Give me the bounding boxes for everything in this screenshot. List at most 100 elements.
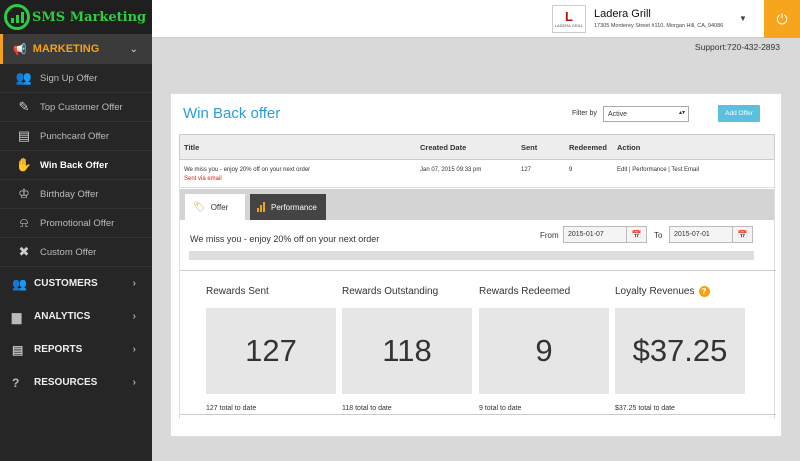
sidebar-item-label: Top Customer Offer: [40, 101, 123, 113]
header-created-date: Created Date: [420, 142, 467, 152]
stat-rewards-sent: Rewards Sent 127 127 total to date: [206, 283, 336, 412]
filter-select[interactable]: Active ▴▾: [603, 106, 689, 122]
restaurant-logo-mark: L: [565, 8, 573, 24]
stat-value: 9: [479, 308, 609, 394]
tab-performance[interactable]: Performance: [250, 194, 326, 220]
offers-table: Title Created Date Sent Redeemed Action …: [179, 134, 775, 188]
sidebar-item-win-back-offer[interactable]: ✋ Win Back Offer: [0, 151, 152, 180]
sidebar-item-label: Punchcard Offer: [40, 130, 110, 142]
sidebar-section-resources[interactable]: ? RESOURCES ›: [0, 366, 152, 399]
add-user-icon: 👥: [15, 70, 33, 85]
calendar-icon[interactable]: 📅: [626, 227, 646, 242]
sidebar-section-customers[interactable]: 👥 CUSTOMERS ›: [0, 267, 152, 300]
stat-loyalty-revenues: Loyalty Revenues ? $37.25 $37.25 total t…: [615, 283, 745, 412]
chevron-right-icon: ›: [132, 278, 136, 289]
sidebar-item-sign-up-offer[interactable]: 👥 Sign Up Offer: [0, 64, 152, 93]
caret-down-icon[interactable]: ▼: [739, 14, 747, 23]
stat-total: $37.25 total to date: [615, 405, 675, 412]
restaurant-address: 17305 Monterey Street #110, Morgan Hill,…: [594, 23, 724, 29]
table-header: Title Created Date Sent Redeemed Action: [179, 134, 775, 160]
restaurant-logo: L LADERA GRILL: [552, 5, 586, 33]
bell-icon: ⍾: [19, 215, 29, 230]
stat-label: Rewards Outstanding: [342, 285, 439, 297]
sidebar-item-label: Promotional Offer: [40, 217, 115, 229]
row-redeemed: 9: [569, 167, 573, 173]
users-icon: 👥: [12, 276, 27, 291]
to-date-value: 2015-07-01: [674, 231, 710, 238]
filter-label: Filter by: [572, 110, 597, 117]
table-row[interactable]: We miss you - enjoy 20% off on your next…: [179, 160, 775, 188]
from-date-input[interactable]: 2015-01-07 📅: [563, 226, 647, 243]
help-icon[interactable]: ?: [698, 285, 710, 297]
sidebar-item-custom-offer[interactable]: ✖ Custom Offer: [0, 238, 152, 267]
calendar-icon[interactable]: 📅: [732, 227, 752, 242]
chevron-right-icon: ›: [132, 311, 136, 322]
sidebar-item-promotional-offer[interactable]: ⍾ Promotional Offer: [0, 209, 152, 238]
sidebar-item-label: Win Back Offer: [40, 159, 109, 171]
sidebar-section-label: MARKETING: [32, 43, 100, 55]
stat-value: 127: [206, 308, 336, 394]
edit-icon: ✎: [18, 99, 30, 114]
power-button[interactable]: ⏻: [764, 0, 800, 38]
sidebar-section-label: RESOURCES: [34, 377, 98, 388]
from-label: From: [540, 231, 559, 240]
divider: [180, 414, 776, 415]
to-label: To: [654, 231, 663, 240]
progress-band: [189, 251, 754, 260]
header-sent: Sent: [521, 142, 538, 152]
bar-chart-icon: ▆: [12, 309, 22, 324]
row-title-cell: We miss you - enjoy 20% off on your next…: [180, 160, 420, 187]
sidebar-section-label: REPORTS: [34, 344, 83, 355]
offer-detail: 🏷 Offer Performance We miss you - enjoy …: [179, 189, 776, 419]
sidebar-item-label: Birthday Offer: [40, 188, 99, 200]
divider: [180, 270, 776, 271]
brand-title: SMS Marketing: [32, 9, 147, 25]
to-date-input[interactable]: 2015-07-01 📅: [669, 226, 753, 243]
select-arrows-icon: ▴▾: [678, 110, 685, 116]
stat-label-row: Loyalty Revenues ?: [615, 283, 745, 299]
sidebar: SMS Marketing 📢 MARKETING ⌄ 👥 Sign Up Of…: [0, 0, 152, 461]
sidebar-item-top-customer-offer[interactable]: ✎ Top Customer Offer: [0, 93, 152, 122]
stat-label: Rewards Redeemed: [479, 285, 571, 297]
row-date: Jan 07, 2015 09:33 pm: [420, 167, 482, 173]
stat-total: 127 total to date: [206, 405, 257, 412]
chevron-right-icon: ›: [132, 344, 136, 355]
header-redeemed: Redeemed: [569, 142, 607, 152]
tab-bar: 🏷 Offer Performance: [180, 189, 774, 220]
sidebar-section-reports[interactable]: ▤ REPORTS ›: [0, 333, 152, 366]
header-title: Title: [184, 142, 200, 152]
cake-icon: ♔: [18, 186, 30, 201]
page-title: Win Back offer: [183, 105, 281, 122]
chat-logo-icon: [4, 4, 30, 30]
megaphone-icon: 📢: [13, 43, 27, 56]
add-offer-button[interactable]: Add Offer: [718, 105, 760, 122]
header-action: Action: [617, 142, 641, 152]
sidebar-item-label: Custom Offer: [40, 246, 97, 258]
stat-label: Loyalty Revenues: [615, 285, 695, 297]
sidebar-item-birthday-offer[interactable]: ♔ Birthday Offer: [0, 180, 152, 209]
stat-rewards-redeemed: Rewards Redeemed 9 9 total to date: [479, 283, 609, 412]
handshake-icon: ✋: [15, 157, 33, 172]
sidebar-item-label: Sign Up Offer: [40, 72, 98, 84]
stat-total: 9 total to date: [479, 405, 522, 412]
from-date-value: 2015-01-07: [568, 231, 604, 238]
chevron-down-icon: ⌄: [129, 43, 138, 55]
brand[interactable]: SMS Marketing: [0, 0, 152, 34]
row-actions[interactable]: Edit | Performance | Test Email: [617, 160, 774, 187]
punchcard-icon: ▤: [17, 128, 31, 143]
row-title: We miss you - enjoy 20% off on your next…: [184, 167, 311, 173]
sidebar-section-marketing[interactable]: 📢 MARKETING ⌄: [0, 34, 152, 64]
sidebar-item-punchcard-offer[interactable]: ▤ Punchcard Offer: [0, 122, 152, 151]
restaurant-name[interactable]: Ladera Grill: [594, 8, 651, 20]
sidebar-section-analytics[interactable]: ▆ ANALYTICS ›: [0, 300, 152, 333]
sidebar-section-label: ANALYTICS: [34, 311, 91, 322]
stat-total: 118 total to date: [342, 405, 392, 412]
top-bar: L LADERA GRILL Ladera Grill 17305 Monter…: [152, 0, 800, 38]
power-icon: ⏻: [776, 10, 788, 27]
filter-value: Active: [608, 110, 628, 118]
offer-card: Win Back offer Filter by Active ▴▾ Add O…: [170, 93, 782, 437]
tab-offer[interactable]: 🏷 Offer: [185, 194, 245, 220]
restaurant-logo-text: LADERA GRILL: [554, 22, 584, 28]
tag-icon: 🏷: [193, 201, 206, 213]
tab-label: Performance: [271, 202, 317, 212]
